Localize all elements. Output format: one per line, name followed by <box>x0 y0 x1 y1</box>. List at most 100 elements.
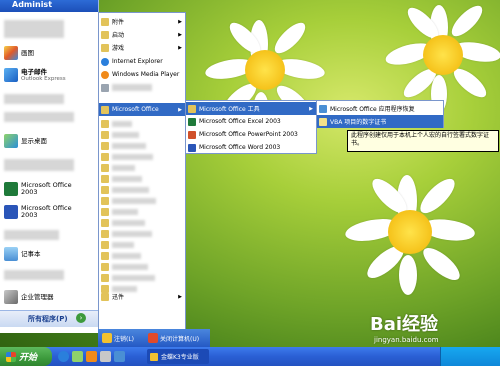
start-menu-header: Administ <box>0 0 98 12</box>
menu-item-powerpoint-2003[interactable]: Microsoft Office PowerPoint 2003 <box>186 128 316 141</box>
menu-item-app-recovery[interactable]: Microsoft Office 应用程序恢复 <box>317 102 443 115</box>
menu-item-blurred[interactable] <box>99 239 185 250</box>
start-item-label: 画图 <box>21 48 34 57</box>
daisy-flower <box>383 1 500 115</box>
menu-item-bottom[interactable]: 迅件 ▶ <box>99 290 185 303</box>
show-desktop-icon <box>4 134 18 148</box>
menu-item-label: Windows Media Player <box>112 71 180 78</box>
menu-item-label: 迅件 <box>112 294 125 301</box>
menu-item-blurred[interactable] <box>99 118 185 129</box>
menu-item-word-2003[interactable]: Microsoft Office Word 2003 <box>186 141 316 154</box>
shutdown-button[interactable]: 关闭计算机(U) <box>148 333 199 343</box>
excel-icon <box>4 182 18 196</box>
menu-item-blurred[interactable] <box>99 129 185 140</box>
folder-icon <box>101 218 109 227</box>
blurred-menu-items <box>99 118 185 308</box>
menu-item-blurred[interactable] <box>99 217 185 228</box>
blurred-item <box>4 155 84 175</box>
start-menu: Administ 画图 电子邮件 Outlook Express 显示桌面 Mi… <box>0 0 99 333</box>
quick-launch-app-icon[interactable] <box>100 351 111 362</box>
folder-icon <box>101 240 109 249</box>
username: Administ <box>12 0 53 9</box>
menu-item-blurred[interactable] <box>99 250 185 261</box>
quick-launch-media-icon[interactable] <box>86 351 97 362</box>
menu-item-blurred[interactable] <box>99 272 185 283</box>
start-label: 开始 <box>19 353 38 363</box>
logoff-button[interactable]: 注销(L) <box>102 333 134 343</box>
folder-icon <box>101 207 109 216</box>
folder-icon <box>101 229 109 238</box>
start-item-outlook-express[interactable]: 电子邮件 Outlook Express <box>4 64 96 86</box>
folder-icon <box>101 196 109 205</box>
blurred-text <box>112 274 155 281</box>
menu-item-label: 启动 <box>112 32 125 39</box>
watermark-url: jingyan.baidu.com <box>374 336 439 344</box>
start-item-word-2003[interactable]: Microsoft Office 2003 <box>4 201 96 223</box>
folder-icon <box>101 30 109 39</box>
menu-item-label: VBA 项目的数字证书 <box>330 119 387 126</box>
blurred-text <box>112 186 149 193</box>
start-item-paint[interactable]: 画图 <box>4 42 96 64</box>
menu-item-blurred[interactable] <box>99 206 185 217</box>
quick-launch-ie-icon[interactable] <box>58 351 69 362</box>
quick-launch-desktop-icon[interactable] <box>72 351 83 362</box>
menu-item-microsoft-office[interactable]: Microsoft Office ▶ <box>99 103 185 116</box>
folder-icon <box>101 119 109 128</box>
logoff-bar: 注销(L) 关闭计算机(U) <box>98 329 210 347</box>
baidu-jingyan-watermark: Bai经验 jingyan.baidu.com <box>360 310 500 350</box>
start-button[interactable]: 开始 <box>0 347 52 366</box>
start-item-excel-2003[interactable]: Microsoft Office 2003 <box>4 178 96 200</box>
app-icon <box>150 352 158 361</box>
menu-item-blurred[interactable] <box>99 162 185 173</box>
arrow-right-icon: › <box>76 313 86 323</box>
menu-item-vba-certificate[interactable]: VBA 项目的数字证书 <box>317 115 443 128</box>
start-item-label: 电子邮件 <box>21 67 47 76</box>
menu-item-blurred[interactable] <box>99 140 185 151</box>
start-item-label: 记事本 <box>21 249 41 258</box>
office-tools-icon <box>188 104 196 113</box>
all-programs-button[interactable]: 所有程序(P) › <box>0 310 98 327</box>
menu-item-games[interactable]: 游戏 ▶ <box>99 41 185 54</box>
menu-item-office-tools[interactable]: Microsoft Office 工具 ▶ <box>186 102 316 115</box>
blurred-item <box>4 88 84 128</box>
menu-item-blurred[interactable] <box>99 151 185 162</box>
folder-icon <box>101 17 109 26</box>
submenu-arrow-icon: ▶ <box>178 293 182 300</box>
windows-logo-icon <box>6 351 16 362</box>
menu-item-blurred[interactable] <box>99 81 185 94</box>
start-item-show-desktop[interactable]: 显示桌面 <box>4 130 96 152</box>
folder-icon <box>101 292 109 301</box>
menu-item-accessories[interactable]: 附件 ▶ <box>99 15 185 28</box>
powerpoint-icon <box>188 130 196 139</box>
folder-icon <box>101 185 109 194</box>
blurred-item <box>4 266 84 284</box>
folder-icon <box>101 105 109 114</box>
start-item-notepad[interactable]: 记事本 <box>4 243 96 265</box>
all-programs-label: 所有程序(P) <box>28 315 68 323</box>
menu-item-excel-2003[interactable]: Microsoft Office Excel 2003 <box>186 115 316 128</box>
enterprise-manager-icon <box>4 290 18 304</box>
watermark-brand: Bai经验 <box>370 314 439 335</box>
blurred-text <box>112 120 132 127</box>
menu-item-blurred[interactable] <box>99 228 185 239</box>
blurred-item <box>4 226 84 244</box>
start-item-enterprise-manager[interactable]: 企业管理器 <box>4 286 96 308</box>
menu-item-label: Microsoft Office PowerPoint 2003 <box>199 131 298 138</box>
menu-item-label: 附件 <box>112 19 125 26</box>
folder-icon <box>101 43 109 52</box>
blurred-text <box>112 219 145 226</box>
folder-icon <box>101 174 109 183</box>
submenu-arrow-icon: ▶ <box>178 44 182 51</box>
menu-item-startup[interactable]: 启动 ▶ <box>99 28 185 41</box>
menu-item-blurred[interactable] <box>99 173 185 184</box>
start-item-label: 企业管理器 <box>21 292 54 301</box>
folder-icon <box>101 130 109 139</box>
menu-item-blurred[interactable] <box>99 261 185 272</box>
quick-launch-app-icon[interactable] <box>114 351 125 362</box>
office-submenu: Microsoft Office 工具 ▶ Microsoft Office E… <box>185 100 317 154</box>
menu-item-blurred[interactable] <box>99 195 185 206</box>
menu-item-internet-explorer[interactable]: Internet Explorer <box>99 55 185 68</box>
taskbar-window-button[interactable]: 金蝶K3专业版 <box>147 349 209 364</box>
menu-item-windows-media-player[interactable]: Windows Media Player <box>99 68 185 81</box>
menu-item-blurred[interactable] <box>99 184 185 195</box>
